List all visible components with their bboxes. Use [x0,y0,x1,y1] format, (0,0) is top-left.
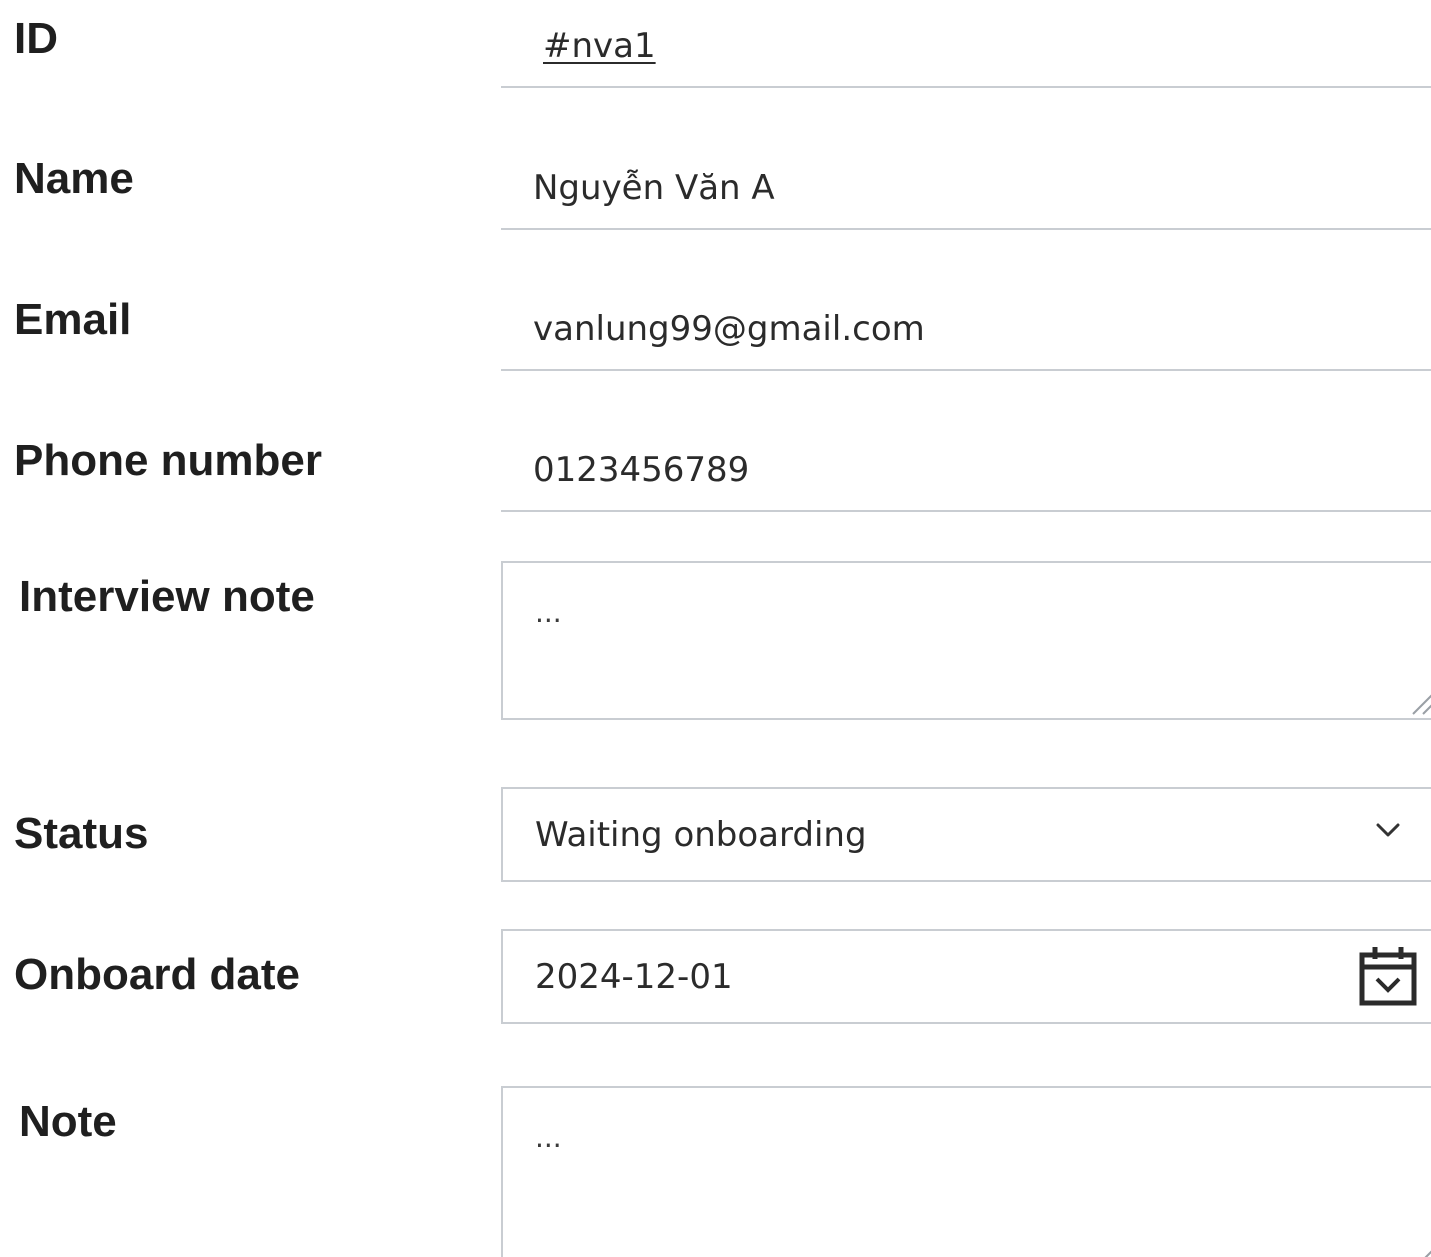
phone-value[interactable]: 0123456789 [533,448,749,492]
email-label: Email [14,295,132,344]
id-link[interactable]: #nva1 [533,26,656,66]
interview-note-textarea[interactable]: ... [501,561,1431,720]
status-value[interactable]: Waiting onboarding [535,813,867,857]
name-label: Name [14,154,134,203]
candidate-form: ID #nva1 Name Nguyễn Văn A Email vanlung… [0,0,1431,1257]
id-field: #nva1 [501,8,1431,88]
resize-grip-icon[interactable] [1407,686,1431,716]
onboard-date-label: Onboard date [14,950,301,999]
resize-grip-icon[interactable] [1407,1242,1431,1257]
onboard-date-input[interactable]: 2024-12-01 [501,929,1431,1024]
name-value[interactable]: Nguyễn Văn A [533,166,775,210]
status-label: Status [14,809,149,858]
id-value: #nva1 [533,24,656,68]
calendar-icon[interactable] [1359,945,1417,1007]
id-label: ID [14,14,58,63]
onboard-date-value[interactable]: 2024-12-01 [535,955,733,999]
phone-field[interactable]: 0123456789 [501,432,1431,512]
note-value[interactable]: ... [535,1116,562,1160]
email-field[interactable]: vanlung99@gmail.com [501,291,1431,371]
interview-note-label: Interview note [19,572,315,621]
phone-label: Phone number [14,436,323,485]
interview-note-value[interactable]: ... [535,591,562,635]
name-field[interactable]: Nguyễn Văn A [501,150,1431,230]
email-value[interactable]: vanlung99@gmail.com [533,307,925,351]
status-select[interactable]: Waiting onboarding [501,787,1431,882]
chevron-down-icon[interactable] [1375,821,1401,839]
note-label: Note [19,1097,117,1146]
note-textarea[interactable]: ... [501,1086,1431,1257]
